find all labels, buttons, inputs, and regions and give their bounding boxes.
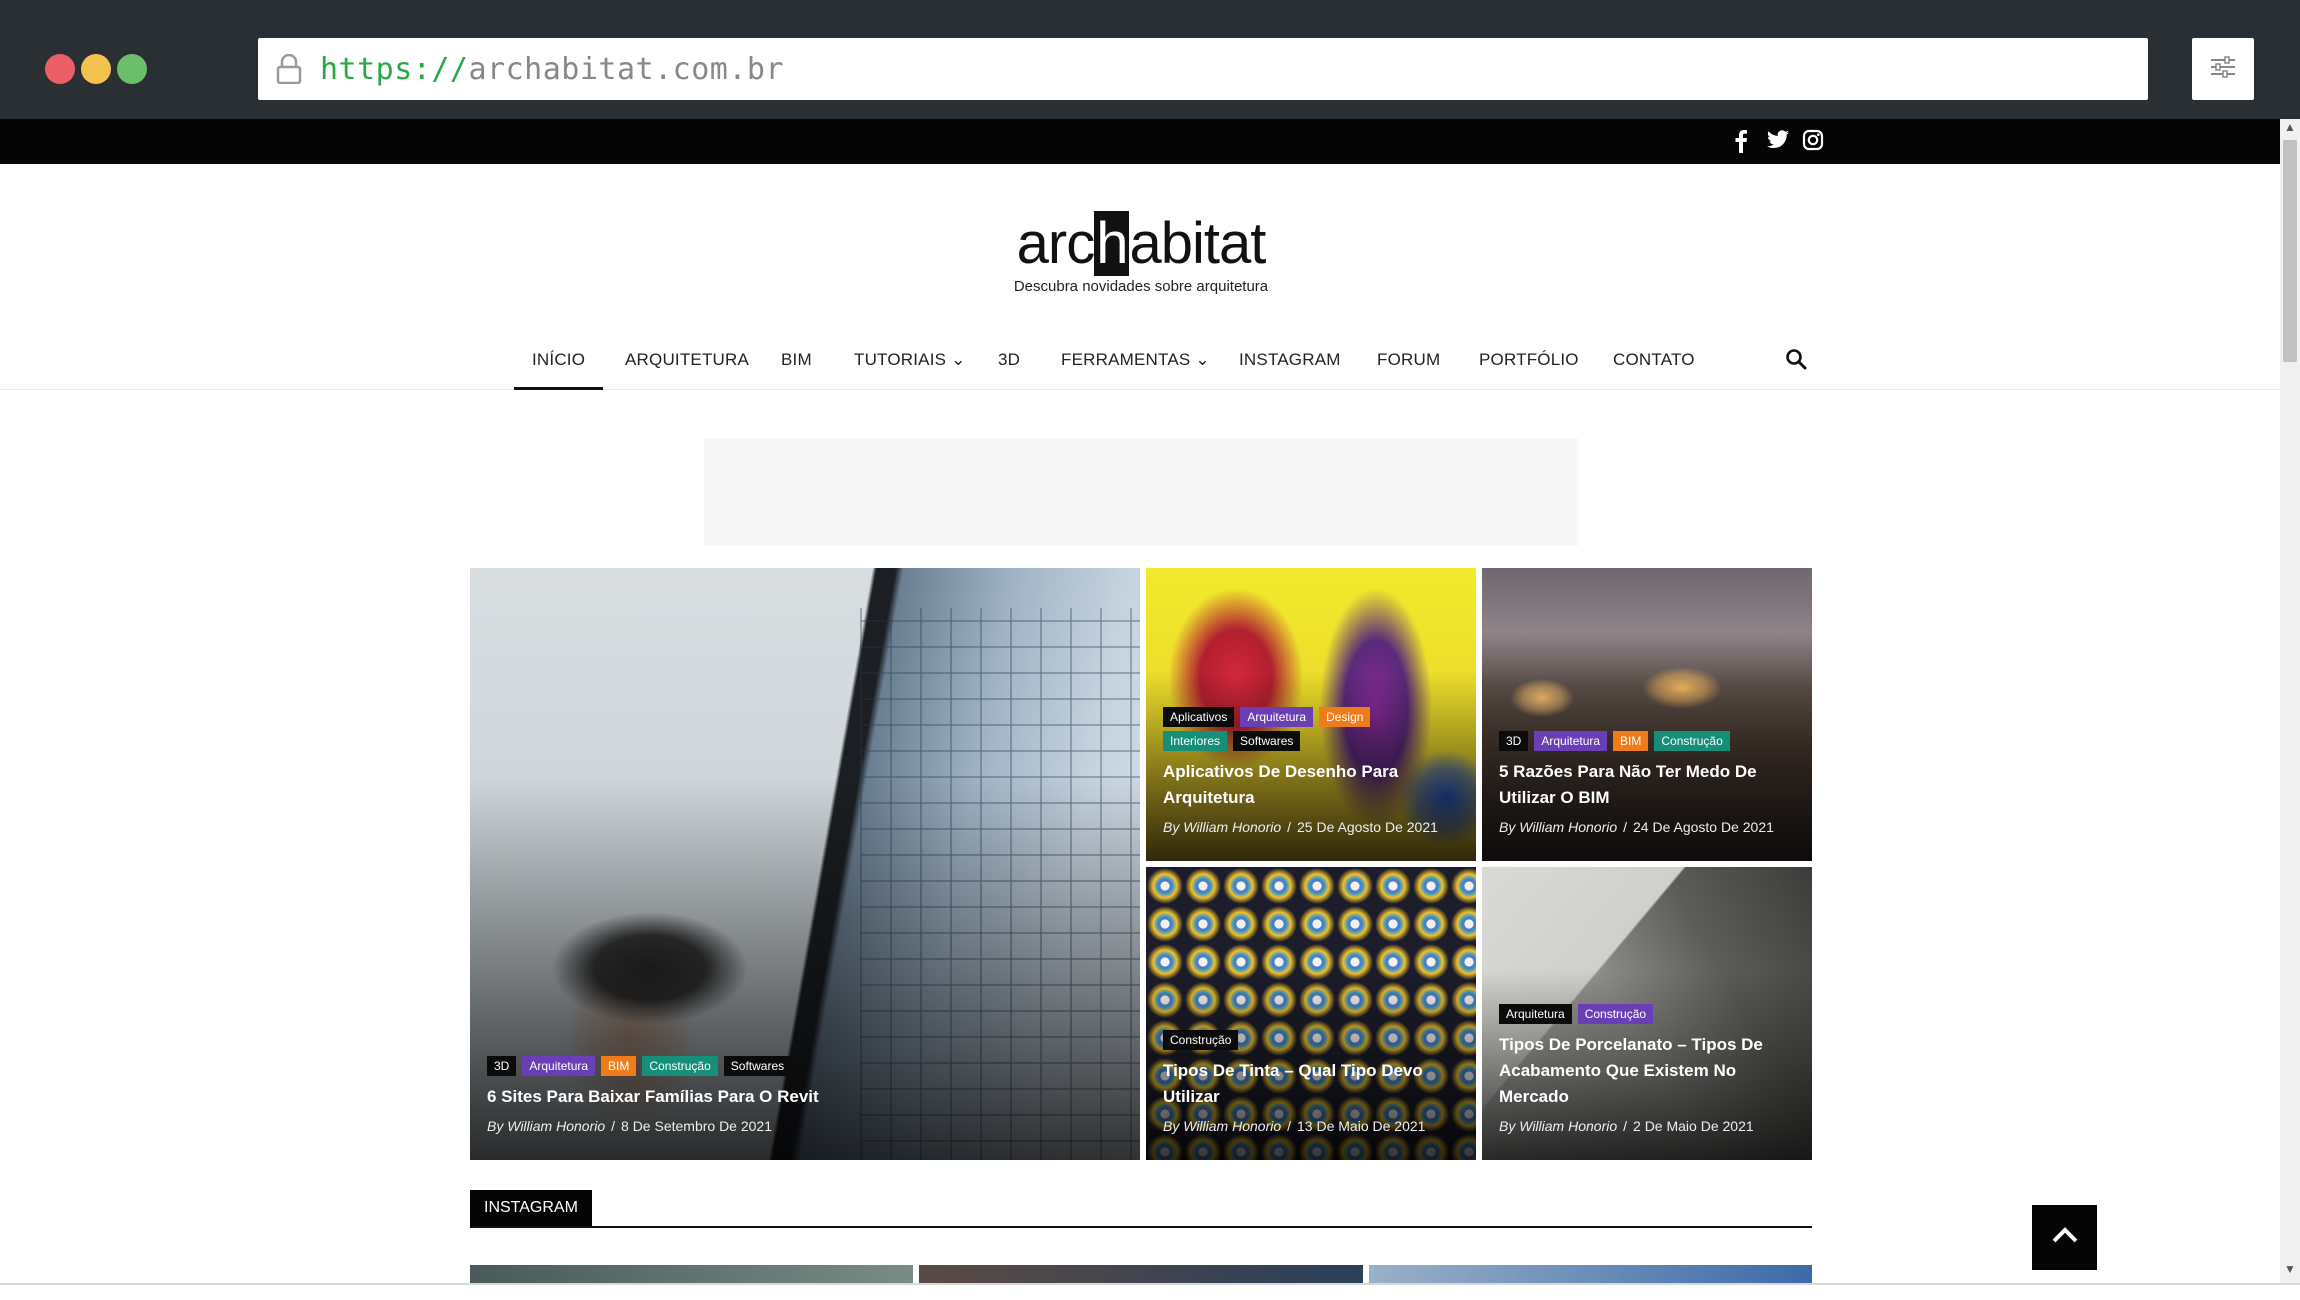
scrollbar-thumb[interactable] bbox=[2283, 140, 2297, 362]
sliders-icon bbox=[2209, 55, 2237, 84]
tag-bim[interactable]: BIM bbox=[601, 1056, 637, 1076]
post-author[interactable]: By William Honorio bbox=[1499, 819, 1617, 835]
post-title[interactable]: 5 Razões Para Não Ter Medo De Utilizar O… bbox=[1499, 759, 1795, 811]
logo-prefix: arc bbox=[1016, 211, 1096, 276]
tag-interiores[interactable]: Interiores bbox=[1163, 731, 1228, 751]
post-date: 24 De Agosto De 2021 bbox=[1633, 819, 1774, 835]
main-navigation: INÍCIO ARQUITETURA BIM TUTORIAIS ⌄ 3D FE… bbox=[0, 330, 2280, 390]
post-meta: By William Honorio/13 De Maio De 2021 bbox=[1163, 1118, 1426, 1134]
post-tags: Construção bbox=[1163, 1030, 1423, 1050]
post-title[interactable]: 6 Sites Para Baixar Famílias Para O Revi… bbox=[487, 1084, 1123, 1110]
url-host: archabitat.com.br bbox=[468, 51, 785, 87]
social-top-bar bbox=[0, 119, 2280, 164]
post-meta: By William Honorio/8 De Setembro De 2021 bbox=[487, 1118, 772, 1134]
url-text: https://archabitat.com.br bbox=[320, 52, 784, 87]
nav-item-bim[interactable]: BIM bbox=[781, 350, 812, 370]
nav-item-inicio[interactable]: INÍCIO bbox=[514, 350, 604, 390]
instagram-section-label: INSTAGRAM bbox=[470, 1190, 592, 1226]
tag-construcao[interactable]: Construção bbox=[1654, 731, 1730, 751]
tag-arquitetura[interactable]: Arquitetura bbox=[1499, 1004, 1572, 1024]
scroll-down-arrow-icon[interactable]: ▼ bbox=[2283, 1262, 2297, 1276]
post-meta: By William Honorio/24 De Agosto De 2021 bbox=[1499, 819, 1774, 835]
chevron-up-icon bbox=[2051, 1226, 2079, 1249]
post-title[interactable]: Tipos De Tinta – Qual Tipo Devo Utilizar bbox=[1163, 1058, 1459, 1110]
facebook-icon[interactable] bbox=[1730, 129, 1752, 153]
tag-arquitetura[interactable]: Arquitetura bbox=[1534, 731, 1608, 751]
post-author[interactable]: By William Honorio bbox=[1163, 819, 1281, 835]
post-title[interactable]: Aplicativos De Desenho Para Arquitetura bbox=[1163, 759, 1459, 811]
back-to-top-button[interactable] bbox=[2032, 1205, 2097, 1270]
post-card[interactable]: Arquitetura Construção Tipos De Porcelan… bbox=[1482, 867, 1812, 1160]
logo-suffix: abitat bbox=[1129, 211, 1266, 276]
tag-bim[interactable]: BIM bbox=[1613, 731, 1649, 751]
instagram-thumbnail[interactable] bbox=[919, 1265, 1363, 1283]
tag-arquitetura[interactable]: Arquitetura bbox=[522, 1056, 596, 1076]
tag-softwares[interactable]: Softwares bbox=[723, 1056, 792, 1076]
tag-arquitetura[interactable]: Arquitetura bbox=[1240, 707, 1314, 727]
site-logo[interactable]: archabitat Descubra novidades sobre arqu… bbox=[1010, 211, 1272, 295]
instagram-section-header: INSTAGRAM bbox=[470, 1190, 1812, 1228]
nav-item-portfolio[interactable]: PORTFÓLIO bbox=[1479, 350, 1579, 370]
search-icon[interactable] bbox=[1785, 348, 1807, 370]
tag-design[interactable]: Design bbox=[1319, 707, 1371, 727]
window-bottom-edge bbox=[0, 1283, 2300, 1300]
scroll-up-arrow-icon[interactable]: ▲ bbox=[2283, 120, 2297, 134]
nav-item-tutoriais[interactable]: TUTORIAIS ⌄ bbox=[854, 350, 966, 370]
post-date: 8 De Setembro De 2021 bbox=[621, 1118, 772, 1134]
post-author[interactable]: By William Honorio bbox=[1499, 1118, 1617, 1134]
settings-sliders-button[interactable] bbox=[2192, 38, 2254, 100]
post-content: 3D Arquitetura BIM Construção Softwares … bbox=[487, 1056, 1123, 1136]
logo-wordmark: archabitat bbox=[1010, 211, 1272, 276]
post-meta: By William Honorio/2 De Maio De 2021 bbox=[1499, 1118, 1754, 1134]
tag-construcao[interactable]: Construção bbox=[642, 1056, 718, 1076]
nav-item-arquitetura[interactable]: ARQUITETURA bbox=[625, 350, 749, 370]
post-tags: Arquitetura Construção bbox=[1499, 1004, 1759, 1024]
instagram-thumbnails bbox=[470, 1265, 1812, 1283]
nav-item-forum[interactable]: FORUM bbox=[1377, 350, 1440, 370]
browser-chrome: https://archabitat.com.br bbox=[0, 0, 2300, 119]
post-content: 3D Arquitetura BIM Construção 5 Razões P… bbox=[1499, 731, 1795, 837]
nav-item-instagram[interactable]: INSTAGRAM bbox=[1239, 350, 1341, 370]
post-content: Arquitetura Construção Tipos De Porcelan… bbox=[1499, 1004, 1795, 1136]
tag-construcao[interactable]: Construção bbox=[1577, 1004, 1654, 1024]
twitter-icon[interactable] bbox=[1766, 129, 1789, 153]
post-meta: By William Honorio/25 De Agosto De 2021 bbox=[1163, 819, 1438, 835]
post-card[interactable]: Construção Tipos De Tinta – Qual Tipo De… bbox=[1146, 867, 1476, 1160]
logo-h-mark: h bbox=[1094, 211, 1130, 276]
nav-item-3d[interactable]: 3D bbox=[998, 350, 1020, 370]
tag-3d[interactable]: 3D bbox=[487, 1056, 517, 1076]
url-scheme: https:// bbox=[320, 51, 469, 87]
instagram-thumbnail[interactable] bbox=[1368, 1265, 1812, 1283]
post-tags: Aplicativos Arquitetura Design Interiore… bbox=[1163, 707, 1423, 751]
nav-item-contato[interactable]: CONTATO bbox=[1613, 350, 1695, 370]
post-author[interactable]: By William Honorio bbox=[1163, 1118, 1281, 1134]
post-content: Aplicativos Arquitetura Design Interiore… bbox=[1163, 707, 1459, 837]
site-tagline: Descubra novidades sobre arquitetura bbox=[1013, 278, 1269, 295]
post-date: 25 De Agosto De 2021 bbox=[1297, 819, 1438, 835]
post-tags: 3D Arquitetura BIM Construção bbox=[1499, 731, 1759, 751]
post-card[interactable]: 3D Arquitetura BIM Construção 5 Razões P… bbox=[1482, 568, 1812, 861]
post-date: 2 De Maio De 2021 bbox=[1633, 1118, 1754, 1134]
featured-post-card[interactable]: 3D Arquitetura BIM Construção Softwares … bbox=[470, 568, 1140, 1160]
post-content: Construção Tipos De Tinta – Qual Tipo De… bbox=[1163, 1030, 1459, 1136]
close-window-button[interactable] bbox=[45, 54, 75, 84]
tag-softwares[interactable]: Softwares bbox=[1233, 731, 1301, 751]
ad-placeholder bbox=[704, 438, 1578, 546]
tag-aplicativos[interactable]: Aplicativos bbox=[1163, 707, 1235, 727]
instagram-thumbnail[interactable] bbox=[470, 1265, 914, 1283]
minimize-window-button[interactable] bbox=[81, 54, 111, 84]
post-title[interactable]: Tipos De Porcelanato – Tipos De Acabamen… bbox=[1499, 1032, 1795, 1110]
tag-3d[interactable]: 3D bbox=[1499, 731, 1529, 751]
post-author[interactable]: By William Honorio bbox=[487, 1118, 605, 1134]
post-tags: 3D Arquitetura BIM Construção Softwares bbox=[487, 1056, 1087, 1076]
post-card[interactable]: Aplicativos Arquitetura Design Interiore… bbox=[1146, 568, 1476, 861]
tag-construcao[interactable]: Construção bbox=[1163, 1030, 1239, 1050]
address-bar[interactable]: https://archabitat.com.br bbox=[258, 38, 2148, 100]
nav-item-ferramentas[interactable]: FERRAMENTAS ⌄ bbox=[1061, 350, 1210, 370]
maximize-window-button[interactable] bbox=[117, 54, 147, 84]
lock-icon bbox=[276, 54, 302, 84]
instagram-icon[interactable] bbox=[1802, 129, 1824, 153]
post-date: 13 De Maio De 2021 bbox=[1297, 1118, 1426, 1134]
